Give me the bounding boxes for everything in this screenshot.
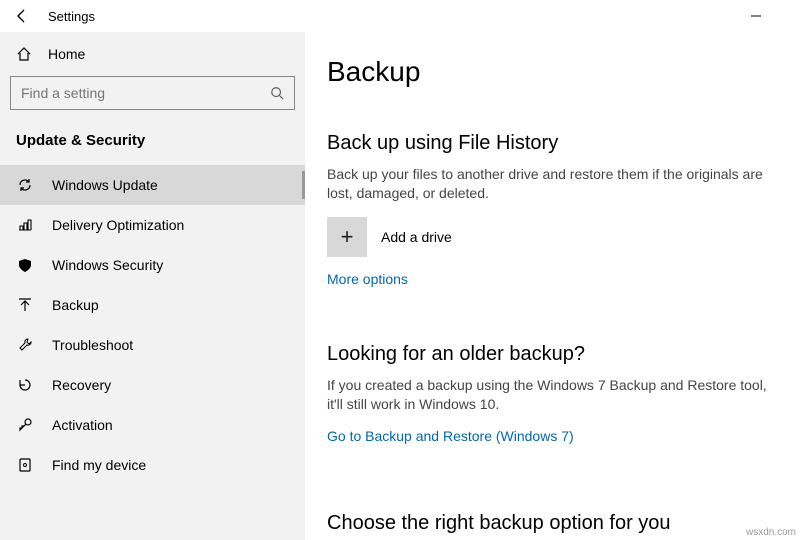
sidebar-category: Update & Security	[0, 124, 305, 165]
sidebar-item-troubleshoot[interactable]: Troubleshoot	[0, 325, 305, 365]
sidebar-item-label: Windows Update	[52, 177, 158, 193]
window-title: Settings	[34, 9, 95, 24]
older-backup-heading: Looking for an older backup?	[327, 343, 778, 366]
sidebar-item-label: Activation	[52, 417, 113, 433]
sidebar-item-label: Backup	[52, 297, 99, 313]
sidebar-item-label: Delivery Optimization	[52, 217, 184, 233]
titlebar: Settings	[0, 0, 800, 32]
home-button[interactable]: Home	[0, 36, 305, 72]
sync-icon	[16, 177, 34, 193]
older-backup-desc: If you created a backup using the Window…	[327, 376, 767, 414]
back-button[interactable]	[10, 8, 34, 24]
home-label: Home	[48, 46, 85, 62]
file-history-desc: Back up your files to another drive and …	[327, 165, 767, 203]
sidebar-item-label: Troubleshoot	[52, 337, 133, 353]
sidebar-item-backup[interactable]: Backup	[0, 285, 305, 325]
search-field[interactable]	[21, 85, 270, 101]
shield-icon	[16, 257, 34, 273]
recovery-icon	[16, 377, 34, 393]
older-backup-section: Looking for an older backup? If you crea…	[327, 343, 778, 484]
sidebar-item-delivery-optimization[interactable]: Delivery Optimization	[0, 205, 305, 245]
sidebar-item-activation[interactable]: Activation	[0, 405, 305, 445]
sidebar-item-find-my-device[interactable]: Find my device	[0, 445, 305, 485]
add-drive-label: Add a drive	[381, 229, 452, 245]
sidebar-item-label: Windows Security	[52, 257, 163, 273]
main-content: Backup Back up using File History Back u…	[305, 32, 800, 540]
sidebar-item-recovery[interactable]: Recovery	[0, 365, 305, 405]
wrench-icon	[16, 337, 34, 353]
more-options-link[interactable]: More options	[327, 271, 408, 287]
search-icon	[270, 86, 284, 100]
optimization-icon	[16, 217, 34, 233]
sidebar-item-label: Find my device	[52, 457, 146, 473]
key-icon	[16, 417, 34, 433]
choose-backup-heading: Choose the right backup option for you	[327, 512, 778, 535]
sidebar-item-label: Recovery	[52, 377, 111, 393]
home-icon	[16, 46, 32, 62]
file-history-section: Back up using File History Back up your …	[327, 132, 778, 315]
sidebar-item-windows-security[interactable]: Windows Security	[0, 245, 305, 285]
plus-icon: +	[327, 217, 367, 257]
file-history-heading: Back up using File History	[327, 132, 778, 155]
page-title: Backup	[327, 56, 778, 88]
backup-restore-link[interactable]: Go to Backup and Restore (Windows 7)	[327, 428, 574, 444]
choose-backup-section: Choose the right backup option for you T…	[327, 512, 778, 540]
sidebar-item-windows-update[interactable]: Windows Update	[0, 165, 305, 205]
sidebar-nav: Windows Update Delivery Optimization Win…	[0, 165, 305, 485]
backup-icon	[16, 297, 34, 313]
minimize-button[interactable]	[750, 10, 790, 22]
minimize-icon	[750, 10, 762, 22]
add-drive-button[interactable]: + Add a drive	[327, 217, 778, 257]
watermark: wsxdn.com	[746, 527, 796, 538]
location-icon	[16, 457, 34, 473]
sidebar: Home Update & Security Windows Update	[0, 32, 305, 540]
arrow-left-icon	[14, 8, 30, 24]
search-input[interactable]	[10, 76, 295, 110]
